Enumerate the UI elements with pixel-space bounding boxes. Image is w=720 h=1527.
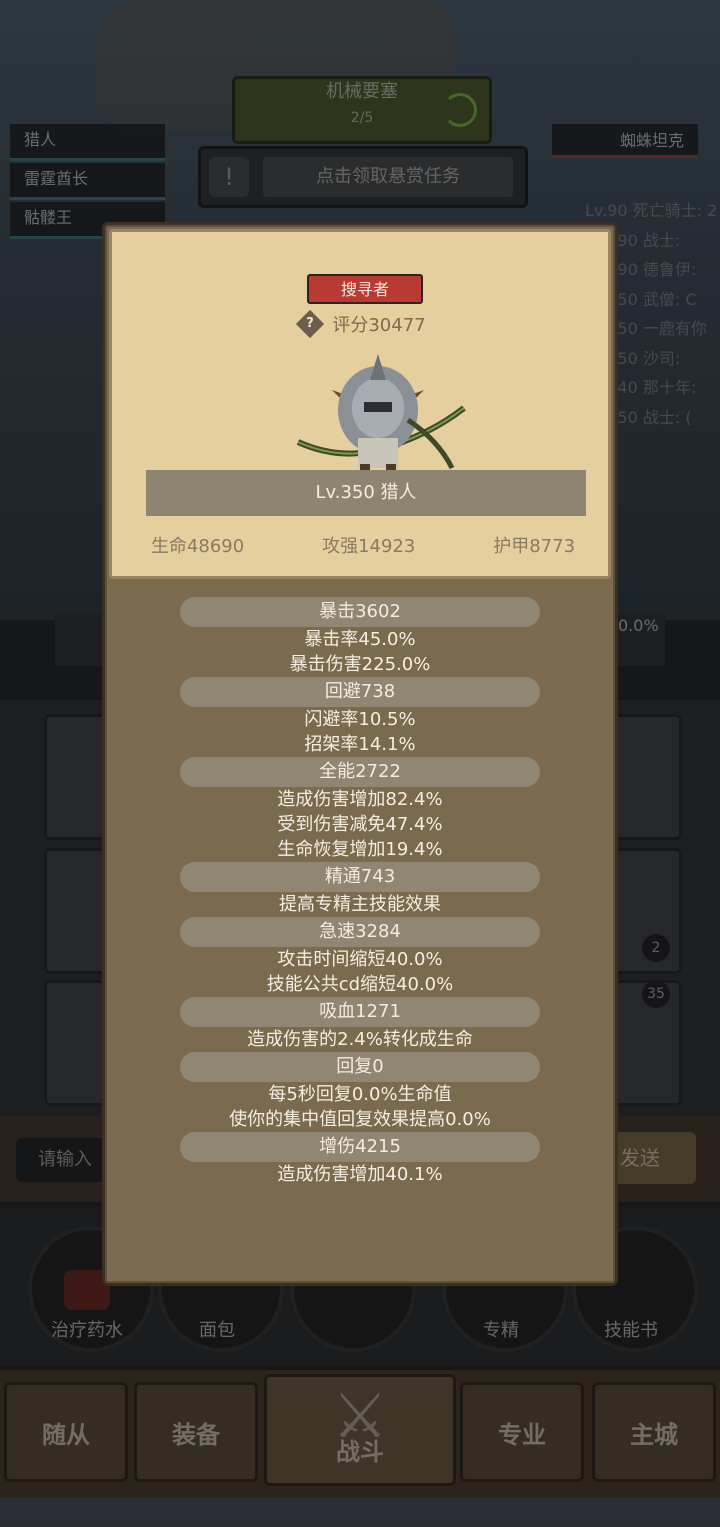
stat-line: 造成伤害增加82.4% <box>277 789 443 810</box>
stat-line: 使你的集中值回复效果提高0.0% <box>229 1109 491 1130</box>
character-detail-modal: 搜寻者 ? 评分30477 Lv.350 猎人 生命48690 攻强14923 护… <box>102 222 618 1286</box>
attack-power-stat: 攻强14923 <box>322 536 416 557</box>
stat-line: 技能公共cd缩短40.0% <box>266 974 454 995</box>
stat-line: 提高专精主技能效果 <box>279 894 441 915</box>
stat-line: 暴击伤害225.0% <box>289 654 431 675</box>
stat-header-mastery: 精通743 <box>180 862 540 892</box>
stat-header-leech: 吸血1271 <box>180 997 540 1027</box>
stat-header-versatility: 全能2722 <box>180 757 540 787</box>
base-stats: 生命48690 攻强14923 护甲8773 <box>112 532 614 558</box>
stat-line: 受到伤害减免47.4% <box>277 814 443 835</box>
stat-header-regen: 回复0 <box>180 1052 540 1082</box>
stat-line: 闪避率10.5% <box>304 709 416 730</box>
rank-badge: 搜寻者 <box>307 274 423 304</box>
stat-header-avoidance: 回避738 <box>180 677 540 707</box>
stat-header-haste: 急速3284 <box>180 917 540 947</box>
stat-line: 造成伤害增加40.1% <box>277 1164 443 1185</box>
hunter-portrait <box>296 354 466 478</box>
stat-line: 攻击时间缩短40.0% <box>277 949 443 970</box>
stat-line: 生命恢复增加19.4% <box>277 839 443 860</box>
stat-line: 造成伤害的2.4%转化成生命 <box>247 1029 473 1050</box>
secondary-stat-list: 暴击3602 暴击率45.0% 暴击伤害225.0% 回避738 闪避率10.5… <box>105 597 615 1187</box>
hp-stat: 生命48690 <box>150 536 245 557</box>
score-value: 评分30477 <box>332 315 426 336</box>
stat-header-crit: 暴击3602 <box>180 597 540 627</box>
stat-line: 招架率14.1% <box>304 734 416 755</box>
stat-line: 每5秒回复0.0%生命值 <box>268 1084 452 1105</box>
stat-header-damage-bonus: 增伤4215 <box>180 1132 540 1162</box>
stat-line: 暴击率45.0% <box>304 629 416 650</box>
character-card: 搜寻者 ? 评分30477 Lv.350 猎人 生命48690 攻强14923 护… <box>109 229 611 579</box>
score-row: ? 评分30477 <box>112 309 614 340</box>
armor-stat: 护甲8773 <box>493 536 576 557</box>
character-name: Lv.350 猎人 <box>146 470 586 516</box>
help-icon[interactable]: ? <box>296 309 325 339</box>
